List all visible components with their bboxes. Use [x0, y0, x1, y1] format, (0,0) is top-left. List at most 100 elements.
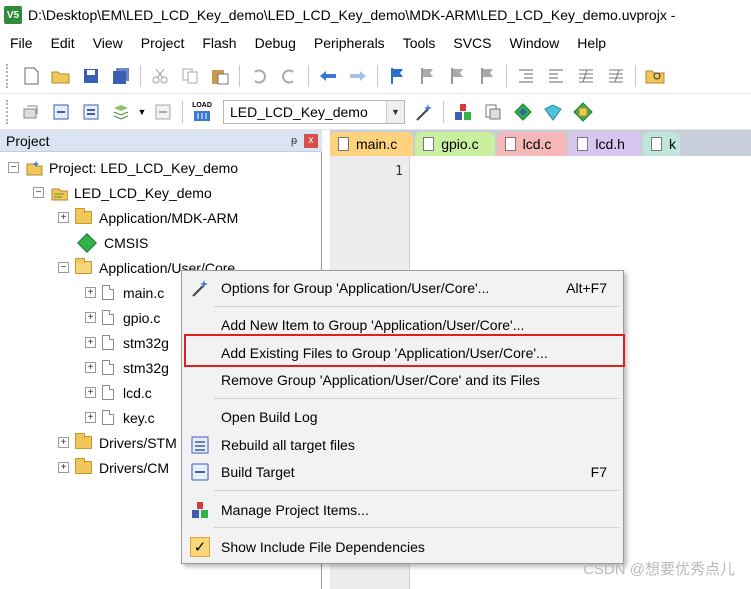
pin-icon[interactable]: ᵽ	[288, 135, 300, 147]
tab-main-c[interactable]: main.c	[330, 132, 414, 156]
expand-icon[interactable]: +	[58, 462, 69, 473]
toolbar-separator	[239, 64, 240, 87]
expand-icon[interactable]: +	[58, 437, 69, 448]
tree-item-project-root[interactable]: − Project: LED_LCD_Key_demo	[8, 155, 238, 180]
menu-item-add-existing-files[interactable]: Add Existing Files to Group 'Application…	[182, 340, 623, 366]
manage-project-items-icon[interactable]	[452, 101, 474, 123]
comment-icon[interactable]	[575, 65, 597, 87]
pack-installer-icon[interactable]	[512, 101, 534, 123]
menu-item-label: Remove Group 'Application/User/Core' and…	[221, 372, 540, 388]
download-icon[interactable]: LOAD	[191, 101, 213, 123]
file-label: gpio.c	[123, 309, 161, 326]
menu-peripherals[interactable]: Peripherals	[305, 30, 394, 56]
menu-item-build-target[interactable]: Build Target F7	[182, 459, 623, 485]
expand-icon[interactable]: +	[85, 287, 96, 298]
navigate-forward-icon[interactable]	[347, 65, 369, 87]
target-select[interactable]: LED_LCD_Key_demo ▼	[223, 99, 405, 124]
tree-item-file[interactable]: + stm32g	[85, 355, 169, 380]
menu-view[interactable]: View	[84, 30, 132, 56]
file-icon	[338, 137, 349, 151]
expand-icon[interactable]: +	[85, 412, 96, 423]
menu-item-manage-project-items[interactable]: Manage Project Items...	[182, 497, 623, 523]
stop-build-icon[interactable]	[152, 101, 174, 123]
menu-item-options-for-group[interactable]: Options for Group 'Application/User/Core…	[182, 275, 623, 301]
bookmark-insert-icon[interactable]	[386, 65, 408, 87]
menu-window[interactable]: Window	[501, 30, 569, 56]
menu-file[interactable]: File	[0, 30, 42, 56]
open-file-icon[interactable]	[50, 65, 72, 87]
uncomment-icon[interactable]	[605, 65, 627, 87]
undo-icon[interactable]	[248, 65, 270, 87]
indent-icon[interactable]	[515, 65, 537, 87]
expand-icon[interactable]: +	[85, 387, 96, 398]
build-icon[interactable]	[50, 101, 72, 123]
tab-label: k	[668, 136, 676, 152]
menu-separator	[214, 490, 619, 491]
tree-item-group[interactable]: + Drivers/STM	[58, 430, 177, 455]
menu-debug[interactable]: Debug	[246, 30, 305, 56]
file-extensions-icon[interactable]	[482, 101, 504, 123]
redo-icon[interactable]	[278, 65, 300, 87]
tree-item-file[interactable]: + stm32g	[85, 330, 169, 355]
new-file-icon[interactable]	[20, 65, 42, 87]
target-label: LED_LCD_Key_demo	[74, 184, 212, 201]
cut-icon[interactable]	[149, 65, 171, 87]
copy-icon[interactable]	[179, 65, 201, 87]
tab-key[interactable]: k	[642, 132, 680, 156]
tree-item-file[interactable]: + main.c	[85, 280, 164, 305]
unindent-icon[interactable]	[545, 65, 567, 87]
keil-app-icon: V5	[4, 6, 22, 24]
expand-icon[interactable]: +	[85, 312, 96, 323]
tree-item-group[interactable]: + Drivers/CM	[58, 455, 169, 480]
menu-edit[interactable]: Edit	[42, 30, 84, 56]
collapse-icon[interactable]: −	[58, 262, 69, 273]
rebuild-icon[interactable]	[80, 101, 102, 123]
tab-lcd-h[interactable]: lcd.h	[569, 132, 641, 156]
tree-item-file[interactable]: + key.c	[85, 405, 155, 430]
close-icon[interactable]: x	[304, 133, 318, 148]
menu-item-show-include-deps[interactable]: ✓ Show Include File Dependencies	[182, 534, 623, 560]
bookmark-next-icon[interactable]	[446, 65, 468, 87]
tree-item-group[interactable]: + Application/MDK-ARM	[58, 205, 238, 230]
menu-flash[interactable]: Flash	[193, 30, 245, 56]
menu-project[interactable]: Project	[132, 30, 194, 56]
save-all-icon[interactable]	[110, 65, 132, 87]
select-packs-icon[interactable]	[542, 101, 564, 123]
batch-build-icon[interactable]	[110, 101, 132, 123]
tab-gpio-c[interactable]: gpio.c	[415, 132, 495, 156]
options-for-target-icon[interactable]	[413, 101, 435, 123]
find-in-files-icon[interactable]	[644, 65, 666, 87]
menu-help[interactable]: Help	[568, 30, 615, 56]
file-label: stm32g	[123, 359, 169, 376]
toolbar-grip[interactable]	[6, 99, 12, 124]
dropdown-arrow-icon[interactable]: ▼	[138, 101, 147, 123]
toolbar-separator	[140, 64, 141, 87]
expand-icon[interactable]: +	[85, 337, 96, 348]
collapse-icon[interactable]: −	[8, 162, 19, 173]
menu-svcs[interactable]: SVCS	[444, 30, 500, 56]
toolbar-grip[interactable]	[6, 63, 12, 88]
navigate-back-icon[interactable]	[317, 65, 339, 87]
collapse-icon[interactable]: −	[33, 187, 44, 198]
tab-lcd-c[interactable]: lcd.c	[496, 132, 568, 156]
translate-icon[interactable]	[20, 101, 42, 123]
menu-item-open-build-log[interactable]: Open Build Log	[182, 404, 623, 430]
chevron-down-icon[interactable]: ▼	[386, 100, 404, 123]
menu-tools[interactable]: Tools	[394, 30, 445, 56]
manage-rte-icon[interactable]	[572, 101, 594, 123]
bookmark-clear-icon[interactable]	[476, 65, 498, 87]
watermark: CSDN @想要优秀点儿	[583, 561, 735, 578]
expand-icon[interactable]: +	[85, 362, 96, 373]
save-icon[interactable]	[80, 65, 102, 87]
expand-icon[interactable]: +	[58, 212, 69, 223]
paste-icon[interactable]	[209, 65, 231, 87]
tree-item-file[interactable]: + lcd.c	[85, 380, 152, 405]
bookmark-prev-icon[interactable]	[416, 65, 438, 87]
toolbar-separator	[377, 64, 378, 87]
menu-item-rebuild[interactable]: Rebuild all target files	[182, 432, 623, 458]
menu-item-add-new-item[interactable]: Add New Item to Group 'Application/User/…	[182, 312, 623, 338]
menu-item-remove-group[interactable]: Remove Group 'Application/User/Core' and…	[182, 367, 623, 393]
tree-item-target[interactable]: − LED_LCD_Key_demo	[33, 180, 212, 205]
tree-item-cmsis[interactable]: CMSIS	[77, 230, 148, 255]
tree-item-file[interactable]: + gpio.c	[85, 305, 160, 330]
